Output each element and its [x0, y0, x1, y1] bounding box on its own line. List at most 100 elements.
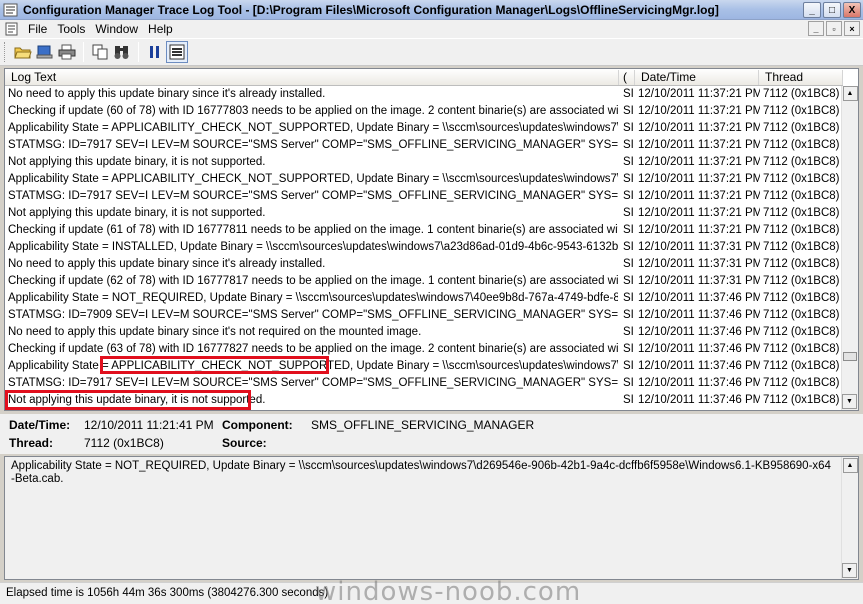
document-icon[interactable] — [5, 22, 19, 36]
message-scrollbar[interactable]: ▲ ▼ — [841, 457, 858, 579]
log-scrollbar[interactable]: ▲ ▼ — [841, 86, 858, 410]
log-row-thread: 7112 (0x1BC8) — [763, 190, 840, 202]
log-row-datetime: 12/10/2011 11:37:46 PM — [638, 360, 760, 372]
log-row-text: Checking if update (63 of 78) with ID 16… — [8, 343, 618, 355]
log-row-text: STATMSG: ID=7909 SEV=I LEV=M SOURCE="SMS… — [8, 309, 618, 321]
menu-file[interactable]: File — [25, 22, 54, 36]
scroll-down-icon[interactable]: ▼ — [842, 563, 857, 578]
highlight-box-applicability — [100, 356, 329, 374]
log-row-text: STATMSG: ID=7917 SEV=I LEV=M SOURCE="SMS… — [8, 377, 618, 389]
highlight-box-not-supported — [5, 390, 251, 410]
log-row-component: SI — [623, 156, 634, 168]
log-row-thread: 7112 (0x1BC8) — [763, 309, 840, 321]
source-label: Source: — [222, 436, 267, 450]
log-row-component: SI — [623, 343, 634, 355]
scroll-up-icon[interactable]: ▲ — [842, 458, 858, 473]
highlight-icon[interactable] — [166, 41, 188, 63]
log-row-text: Not applying this update binary, it is n… — [8, 207, 266, 219]
menu-window[interactable]: Window — [92, 22, 145, 36]
find-icon[interactable] — [111, 41, 133, 63]
menu-help[interactable]: Help — [145, 22, 180, 36]
log-row-component: SI — [623, 224, 634, 236]
log-row-datetime: 12/10/2011 11:37:46 PM — [638, 292, 760, 304]
log-row-component: SI — [623, 173, 634, 185]
log-row[interactable]: Applicability State = APPLICABILITY_CHEC… — [5, 171, 843, 188]
mdi-minimize-button[interactable]: _ — [808, 21, 824, 36]
log-row-text: Applicability State = INSTALLED, Update … — [8, 241, 618, 253]
log-row-thread: 7112 (0x1BC8) — [763, 207, 840, 219]
log-row-thread: 7112 (0x1BC8) — [763, 122, 840, 134]
log-row-thread: 7112 (0x1BC8) — [763, 139, 840, 151]
log-row[interactable]: Checking if update (61 of 78) with ID 16… — [5, 222, 843, 239]
log-row-thread: 7112 (0x1BC8) — [763, 292, 840, 304]
log-row[interactable]: Checking if update (60 of 78) with ID 16… — [5, 103, 843, 120]
column-header-thread[interactable]: Thread — [759, 70, 843, 85]
log-row[interactable]: STATMSG: ID=7909 SEV=I LEV=M SOURCE="SMS… — [5, 307, 843, 324]
log-row-component: SI — [623, 360, 634, 372]
log-row-datetime: 12/10/2011 11:37:46 PM — [638, 326, 760, 338]
log-row[interactable]: Applicability State = INSTALLED, Update … — [5, 239, 843, 256]
log-row-component: SI — [623, 377, 634, 389]
menu-bar: File Tools Window Help _ ▫ × — [0, 20, 863, 38]
print-setup-icon[interactable] — [34, 41, 56, 63]
log-row[interactable]: Not applying this update binary, it is n… — [5, 154, 843, 171]
toolbar-grip[interactable] — [4, 42, 7, 62]
log-row-datetime: 12/10/2011 11:37:21 PM — [638, 122, 760, 134]
log-list[interactable]: Log Text ( Date/Time Thread No need to a… — [4, 68, 859, 411]
log-row[interactable]: Applicability State = APPLICABILITY_CHEC… — [5, 120, 843, 137]
log-row-text: No need to apply this update binary sinc… — [8, 88, 326, 100]
log-row[interactable]: Not applying this update binary, it is n… — [5, 205, 843, 222]
open-folder-icon[interactable] — [12, 41, 34, 63]
message-pane[interactable]: Applicability State = NOT_REQUIRED, Upda… — [4, 456, 859, 580]
pause-icon[interactable] — [144, 41, 166, 63]
log-row-thread: 7112 (0x1BC8) — [763, 173, 840, 185]
log-row-thread: 7112 (0x1BC8) — [763, 343, 840, 355]
log-row-text: Applicability State = NOT_REQUIRED, Upda… — [8, 292, 618, 304]
message-text: Applicability State = NOT_REQUIRED, Upda… — [11, 460, 831, 485]
mdi-close-button[interactable]: × — [844, 21, 860, 36]
log-row-thread: 7112 (0x1BC8) — [763, 394, 840, 406]
log-row[interactable]: Applicability State = NOT_REQUIRED, Upda… — [5, 290, 843, 307]
log-row-datetime: 12/10/2011 11:37:21 PM — [638, 207, 760, 219]
log-row-datetime: 12/10/2011 11:37:21 PM — [638, 139, 760, 151]
log-row[interactable]: No need to apply this update binary sinc… — [5, 324, 843, 341]
log-row-text: Checking if update (61 of 78) with ID 16… — [8, 224, 618, 236]
log-row-component: SI — [623, 190, 634, 202]
close-button[interactable]: X — [843, 2, 861, 18]
log-row-datetime: 12/10/2011 11:37:21 PM — [638, 105, 760, 117]
log-row-component: SI — [623, 139, 634, 151]
log-row-datetime: 12/10/2011 11:37:21 PM — [638, 173, 760, 185]
log-row[interactable]: No need to apply this update binary sinc… — [5, 256, 843, 273]
log-row-datetime: 12/10/2011 11:37:21 PM — [638, 224, 760, 236]
component-value: SMS_OFFLINE_SERVICING_MANAGER — [311, 418, 535, 432]
log-row-datetime: 12/10/2011 11:37:31 PM — [638, 275, 760, 287]
log-row-text: Applicability State = APPLICABILITY_CHEC… — [8, 122, 618, 134]
thread-value: 7112 (0x1BC8) — [84, 436, 164, 450]
component-label: Component: — [222, 418, 293, 432]
status-bar: Elapsed time is 1056h 44m 36s 300ms (380… — [0, 577, 863, 604]
log-row-datetime: 12/10/2011 11:37:46 PM — [638, 343, 760, 355]
maximize-button[interactable]: □ — [823, 2, 841, 18]
log-row-text: Checking if update (62 of 78) with ID 16… — [8, 275, 618, 287]
menu-tools[interactable]: Tools — [54, 22, 92, 36]
log-row[interactable]: Checking if update (62 of 78) with ID 16… — [5, 273, 843, 290]
log-row[interactable]: STATMSG: ID=7917 SEV=I LEV=M SOURCE="SMS… — [5, 188, 843, 205]
print-icon[interactable] — [56, 41, 78, 63]
datetime-value: 12/10/2011 11:21:41 PM — [84, 418, 214, 432]
mdi-restore-button[interactable]: ▫ — [826, 21, 842, 36]
log-row-thread: 7112 (0x1BC8) — [763, 360, 840, 372]
log-row-component: SI — [623, 207, 634, 219]
log-row[interactable]: No need to apply this update binary sinc… — [5, 86, 843, 103]
log-row-datetime: 12/10/2011 11:37:21 PM — [638, 156, 760, 168]
log-row-thread: 7112 (0x1BC8) — [763, 156, 840, 168]
log-row-datetime: 12/10/2011 11:37:31 PM — [638, 241, 760, 253]
scroll-down-icon[interactable]: ▼ — [842, 394, 857, 409]
column-header-datetime[interactable]: Date/Time — [635, 70, 759, 85]
column-header-component[interactable]: ( — [619, 70, 635, 85]
log-row[interactable]: STATMSG: ID=7917 SEV=I LEV=M SOURCE="SMS… — [5, 137, 843, 154]
column-header-log-text[interactable]: Log Text — [5, 70, 619, 85]
minimize-button[interactable]: _ — [803, 2, 821, 18]
scroll-thumb[interactable] — [843, 352, 857, 361]
scroll-up-icon[interactable]: ▲ — [842, 86, 858, 101]
copy-icon[interactable] — [89, 41, 111, 63]
